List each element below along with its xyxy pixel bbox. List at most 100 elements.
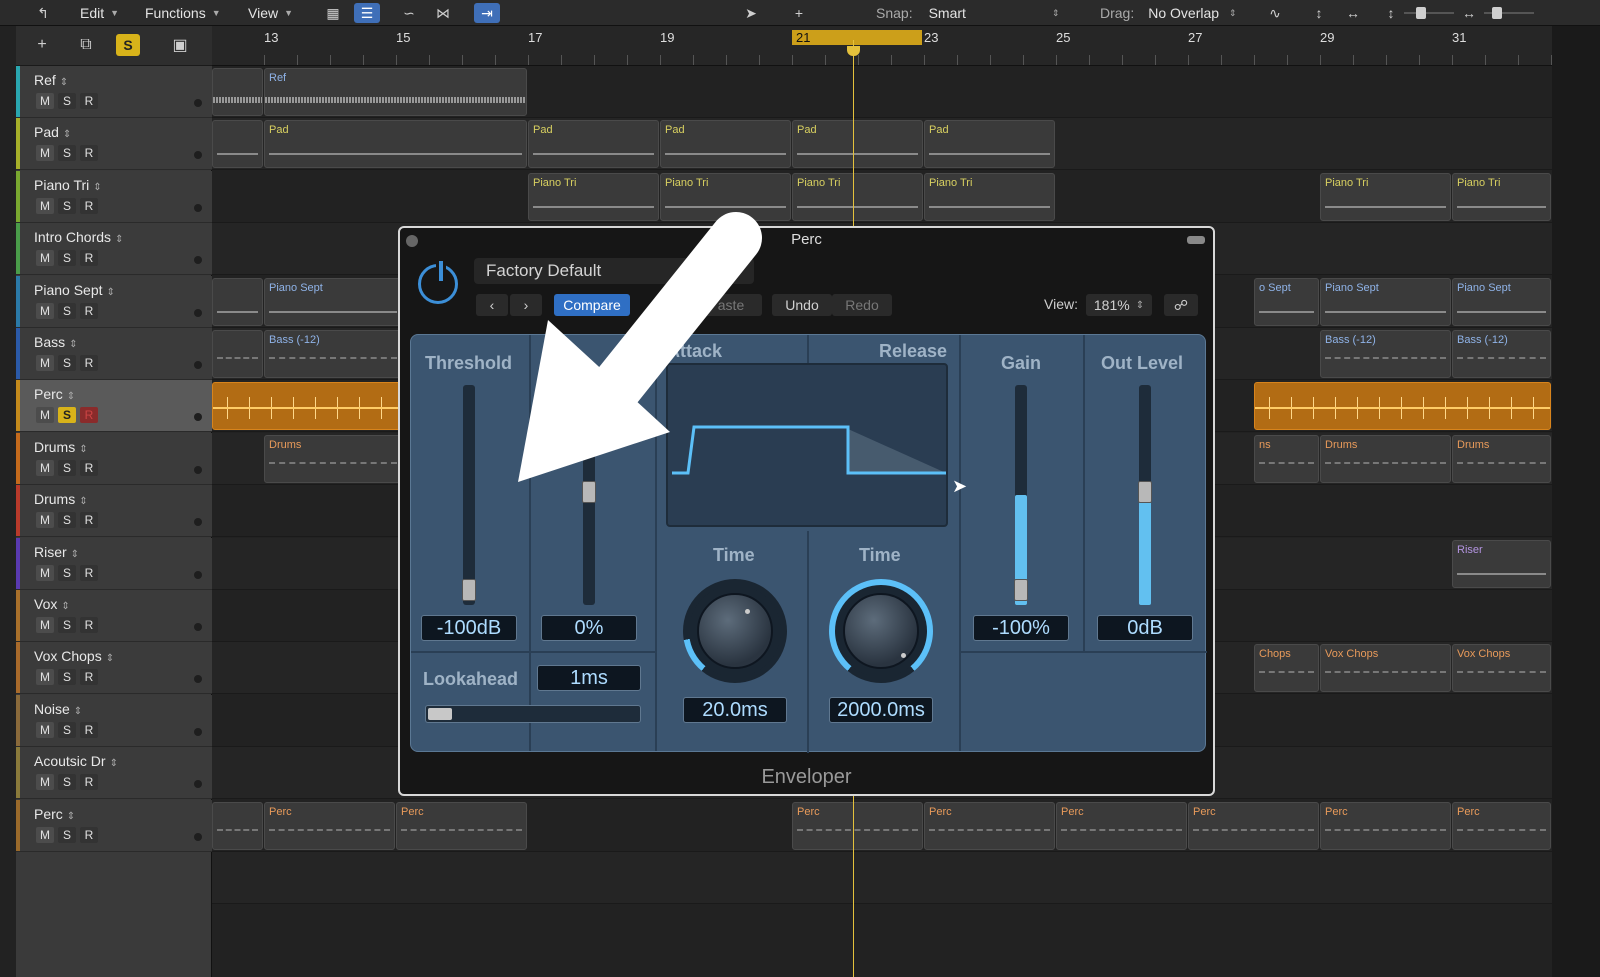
- region[interactable]: [212, 120, 263, 169]
- list-view-icon[interactable]: ☰: [354, 3, 380, 23]
- waveform-zoom-icon[interactable]: ∿: [1262, 3, 1288, 23]
- region[interactable]: Perc: [264, 801, 395, 850]
- solo-button[interactable]: S: [58, 93, 76, 109]
- track-header[interactable]: Piano Tri ⇕ M S R: [16, 170, 212, 223]
- region[interactable]: Ref: [264, 68, 527, 116]
- track-header[interactable]: Perc ⇕ M S R: [16, 799, 212, 852]
- region[interactable]: Piano Tri: [1320, 172, 1451, 221]
- region[interactable]: Perc: [1188, 801, 1319, 850]
- solo-button[interactable]: S: [58, 564, 76, 581]
- solo-button[interactable]: S: [58, 145, 76, 162]
- track-name[interactable]: Piano Tri ⇕: [34, 177, 102, 193]
- region[interactable]: Piano Tri: [1452, 172, 1551, 221]
- region[interactable]: Vox Chops: [1320, 644, 1451, 693]
- solo-button[interactable]: S: [58, 826, 76, 843]
- track-header[interactable]: Vox ⇕ M S R: [16, 590, 212, 642]
- region[interactable]: Piano Tri: [792, 172, 923, 221]
- region[interactable]: Perc: [1320, 801, 1451, 850]
- mute-button[interactable]: M: [36, 250, 54, 267]
- mute-button[interactable]: M: [36, 93, 54, 109]
- track-name[interactable]: Ref ⇕: [34, 72, 68, 88]
- expand-button[interactable]: [1187, 236, 1205, 244]
- snap-selector[interactable]: Snap: Smart ⇕: [876, 4, 1059, 22]
- record-button[interactable]: R: [80, 93, 98, 109]
- track-name[interactable]: Vox Chops ⇕: [34, 648, 114, 664]
- region[interactable]: o Sept: [1254, 277, 1319, 326]
- track-name[interactable]: Riser ⇕: [34, 544, 79, 560]
- solo-button[interactable]: S: [58, 250, 76, 267]
- solo-button[interactable]: S: [58, 774, 76, 791]
- add-track-button[interactable]: +: [30, 34, 54, 56]
- region[interactable]: Pad: [924, 120, 1055, 169]
- track-header[interactable]: Acoutsic Dr ⇕ M S R: [16, 747, 212, 800]
- track-header[interactable]: Piano Sept ⇕ M S R: [16, 275, 212, 328]
- hysteresis-fader-handle[interactable]: [582, 481, 596, 503]
- region[interactable]: [212, 801, 263, 850]
- gain-fader-handle[interactable]: [1014, 579, 1028, 601]
- track-name[interactable]: Noise ⇕: [34, 701, 82, 717]
- track-name[interactable]: Acoutsic Dr ⇕: [34, 753, 118, 769]
- edit-menu[interactable]: Edit ▼: [80, 4, 119, 22]
- region[interactable]: Perc: [1452, 801, 1551, 850]
- power-icon[interactable]: [418, 261, 458, 304]
- solo-button[interactable]: S: [58, 355, 76, 371]
- view-menu[interactable]: View ▼: [248, 4, 293, 22]
- compare-button[interactable]: Compare: [554, 294, 630, 316]
- slider-thumb[interactable]: [1416, 7, 1426, 19]
- record-button[interactable]: R: [80, 459, 98, 476]
- track-header[interactable]: Bass ⇕ M S R: [16, 328, 212, 380]
- region[interactable]: Piano Tri: [528, 172, 659, 221]
- track-header[interactable]: Drums ⇕ M S R: [16, 485, 212, 538]
- lookahead-value[interactable]: 1ms: [537, 665, 641, 691]
- record-button[interactable]: R: [80, 407, 98, 424]
- solo-button[interactable]: S: [58, 512, 76, 529]
- region[interactable]: Bass (-12): [1452, 330, 1551, 378]
- drag-selector[interactable]: Drag: No Overlap ⇕: [1100, 4, 1237, 22]
- release-time-knob[interactable]: [829, 579, 933, 683]
- region[interactable]: Perc: [1056, 801, 1187, 850]
- track-header[interactable]: Pad ⇕ M S R: [16, 118, 212, 171]
- track-name[interactable]: Perc ⇕: [34, 806, 75, 822]
- track-header[interactable]: Perc ⇕ M S R: [16, 380, 212, 433]
- track-name[interactable]: Pad ⇕: [34, 124, 71, 140]
- solo-button[interactable]: S: [58, 407, 76, 424]
- region[interactable]: Pad: [528, 120, 659, 169]
- attack-knob-body[interactable]: [697, 593, 773, 669]
- region[interactable]: [212, 277, 263, 326]
- region[interactable]: Bass (-12): [264, 330, 402, 378]
- previous-preset-button[interactable]: ‹: [476, 294, 508, 316]
- functions-menu[interactable]: Functions ▼: [145, 4, 221, 22]
- region[interactable]: Riser: [1452, 539, 1551, 588]
- vertical-zoom-slider[interactable]: [1404, 7, 1454, 19]
- record-button[interactable]: R: [80, 512, 98, 529]
- envelope-display[interactable]: [666, 363, 948, 527]
- undo-button[interactable]: Undo: [772, 294, 832, 316]
- record-button[interactable]: R: [80, 669, 98, 686]
- region[interactable]: Drums: [1320, 434, 1451, 483]
- track-name[interactable]: Bass ⇕: [34, 334, 78, 350]
- horizontal-zoom-slider[interactable]: [1484, 7, 1534, 19]
- threshold-value[interactable]: -100dB: [421, 615, 517, 641]
- solo-button[interactable]: S: [58, 197, 76, 214]
- record-button[interactable]: R: [80, 721, 98, 738]
- mute-button[interactable]: M: [36, 459, 54, 476]
- mute-button[interactable]: M: [36, 774, 54, 791]
- mute-button[interactable]: M: [36, 512, 54, 529]
- release-knob-body[interactable]: [843, 593, 919, 669]
- mute-button[interactable]: M: [36, 355, 54, 371]
- track-name[interactable]: Piano Sept ⇕: [34, 282, 115, 298]
- bar-ruler[interactable]: 13 15 17 19 21 23 25 27 29 31: [212, 26, 1600, 66]
- track-name[interactable]: Drums ⇕: [34, 491, 88, 507]
- record-button[interactable]: R: [80, 355, 98, 371]
- mute-button[interactable]: M: [36, 617, 54, 633]
- mute-button[interactable]: M: [36, 302, 54, 319]
- track-header[interactable]: Ref ⇕ M S R: [16, 66, 212, 118]
- attack-time-knob[interactable]: [683, 579, 787, 683]
- link-icon[interactable]: ☍: [1164, 294, 1198, 316]
- lookahead-slider[interactable]: [425, 705, 641, 723]
- record-button[interactable]: R: [80, 250, 98, 267]
- duplicate-track-icon[interactable]: ⧉: [74, 34, 98, 56]
- region[interactable]: Perc: [396, 801, 527, 850]
- track-header[interactable]: Intro Chords ⇕ M S R: [16, 223, 212, 276]
- track-header[interactable]: Drums ⇕ M S R: [16, 432, 212, 485]
